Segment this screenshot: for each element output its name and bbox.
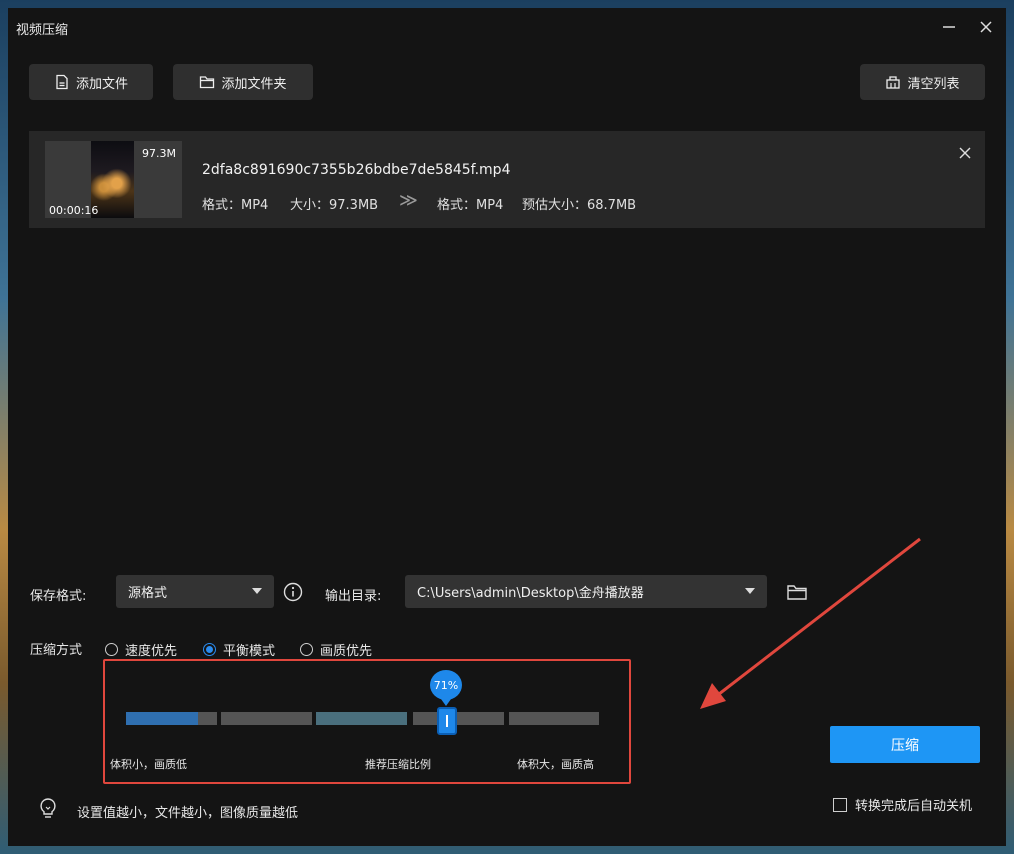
checkbox-box: [833, 797, 847, 812]
auto-shutdown-checkbox[interactable]: 转换完成后自动关机: [833, 795, 972, 814]
output-dir-value: C:\Users\admin\Desktop\金舟播放器: [417, 586, 644, 601]
slider-left-caption: 体积小，画质低: [110, 758, 187, 771]
lightbulb-icon: [38, 797, 58, 821]
remove-file-icon[interactable]: [954, 142, 976, 164]
source-format: 格式：MP4: [202, 198, 269, 213]
radio-label: 平衡模式: [223, 644, 276, 659]
source-size: 大小：97.3MB: [290, 198, 379, 213]
annotation-arrow: [700, 537, 921, 709]
close-icon[interactable]: [975, 16, 997, 38]
radio-quality-priority[interactable]: 画质优先: [300, 640, 372, 659]
file-name: 2dfa8c891690c7355b26bdbe7de5845f.mp4: [202, 162, 511, 178]
video-compress-window: 视频压缩 添加文件 添加文件夹 清空列表 97.3M 00:00:16 2dfa…: [8, 8, 1006, 846]
slider-right-caption: 体积大，画质高: [517, 758, 594, 771]
info-icon[interactable]: [283, 582, 303, 602]
slider-segment: [413, 712, 504, 725]
save-format-select[interactable]: 源格式: [116, 575, 274, 608]
slider-value-bubble: 71%: [430, 670, 462, 706]
file-icon: [56, 74, 68, 90]
folder-icon: [200, 76, 215, 89]
radio-balanced-mode[interactable]: 平衡模式: [203, 640, 275, 659]
radio-circle: [300, 643, 313, 656]
auto-shutdown-label: 转换完成后自动关机: [855, 799, 973, 814]
radio-circle: [105, 643, 118, 656]
target-format: 格式：MP4: [437, 198, 504, 213]
radio-label: 画质优先: [320, 644, 373, 659]
slider-handle[interactable]: [437, 707, 457, 735]
radio-circle-selected: [203, 643, 216, 656]
compression-mode-label: 压缩方式: [30, 643, 83, 658]
convert-arrow-icon: ≫: [399, 190, 418, 211]
slider-segment: [126, 712, 217, 725]
minimize-icon[interactable]: [938, 16, 960, 38]
add-file-label: 添加文件: [75, 76, 128, 92]
compress-button[interactable]: 压缩: [830, 726, 980, 763]
clear-list-button[interactable]: 清空列表: [860, 64, 985, 100]
slider-segment: [316, 712, 407, 725]
chevron-down-icon: [252, 588, 262, 594]
add-folder-label: 添加文件夹: [221, 76, 287, 92]
radio-label: 速度优先: [125, 644, 178, 659]
add-folder-button[interactable]: 添加文件夹: [173, 64, 313, 100]
clear-list-label: 清空列表: [907, 76, 960, 92]
video-thumbnail: 97.3M 00:00:16: [45, 141, 182, 218]
slider-recommended-caption: 推荐压缩比例: [365, 758, 431, 771]
thumbnail-size: 97.3M: [142, 147, 176, 160]
clear-list-icon: [886, 76, 901, 89]
estimated-size: 预估大小：68.7MB: [522, 198, 637, 213]
hint-text: 设置值越小，文件越小，图像质量越低: [77, 806, 299, 821]
file-list-item[interactable]: 97.3M 00:00:16 2dfa8c891690c7355b26bdbe7…: [29, 131, 985, 228]
thumbnail-duration: 00:00:16: [49, 204, 99, 217]
slider-fill: [126, 712, 198, 725]
save-format-value: 源格式: [128, 586, 168, 601]
slider-segment: [221, 712, 312, 725]
output-dir-label: 输出目录:: [325, 589, 382, 604]
radio-speed-priority[interactable]: 速度优先: [105, 640, 177, 659]
window-title: 视频压缩: [16, 23, 69, 38]
slider-segment: [509, 712, 599, 725]
save-format-label: 保存格式:: [30, 589, 87, 604]
add-file-button[interactable]: 添加文件: [29, 64, 153, 100]
